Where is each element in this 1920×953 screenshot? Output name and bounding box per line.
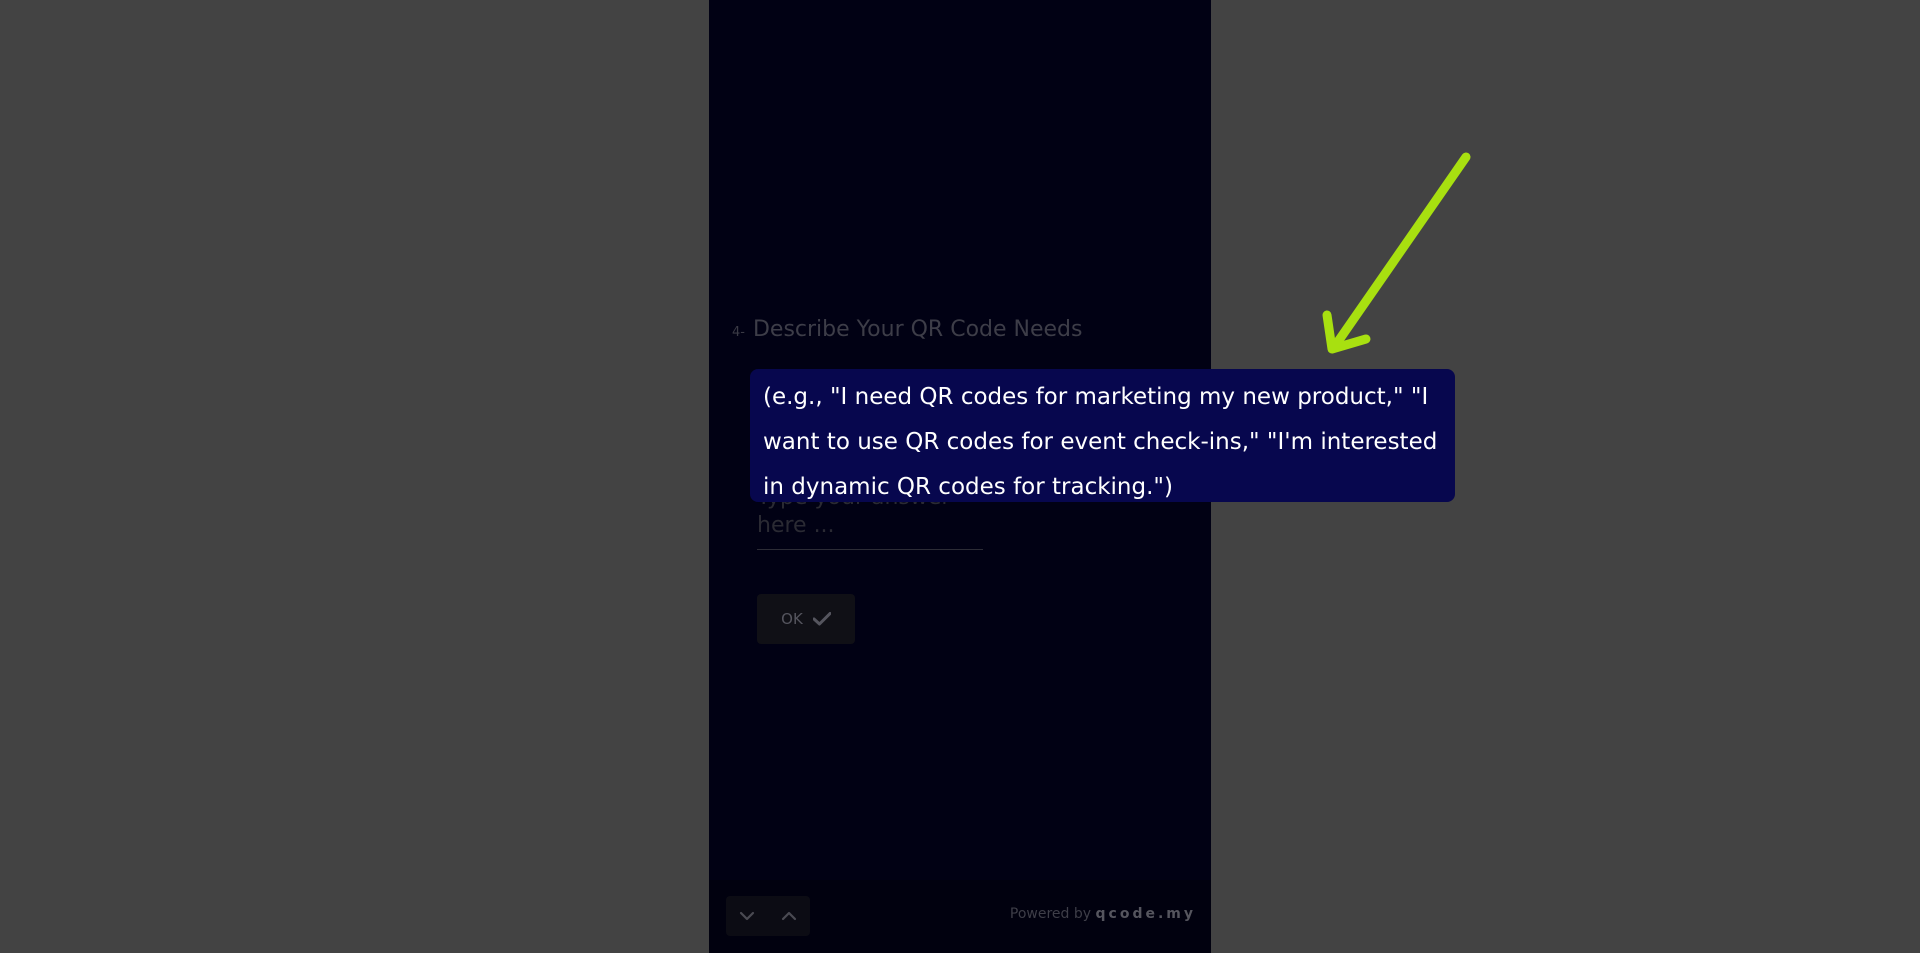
previous-question-button[interactable] (768, 896, 810, 936)
question-nav (726, 896, 810, 936)
question-title: Describe Your QR Code Needs (752, 317, 1083, 342)
hint-tooltip: (e.g., "I need QR codes for marketing my… (750, 369, 1455, 502)
hint-tooltip-text: (e.g., "I need QR codes for marketing my… (763, 384, 1438, 500)
next-question-button[interactable] (726, 896, 768, 936)
chevron-down-icon (739, 911, 755, 921)
question-header: 4- Describe Your QR Code Needs (732, 317, 1082, 342)
check-icon (812, 612, 832, 626)
powered-by[interactable]: Powered by qcode.my (1010, 906, 1196, 922)
annotation-arrow-icon (1322, 152, 1471, 354)
chevron-up-icon (781, 911, 797, 921)
bottom-bar: Powered by qcode.my (709, 880, 1211, 953)
ok-button[interactable]: OK (757, 594, 855, 644)
ok-button-label: OK (781, 610, 803, 628)
brand-name: qcode.my (1095, 906, 1196, 922)
question-number: 4- (732, 325, 745, 340)
powered-by-prefix: Powered by (1009, 906, 1092, 922)
